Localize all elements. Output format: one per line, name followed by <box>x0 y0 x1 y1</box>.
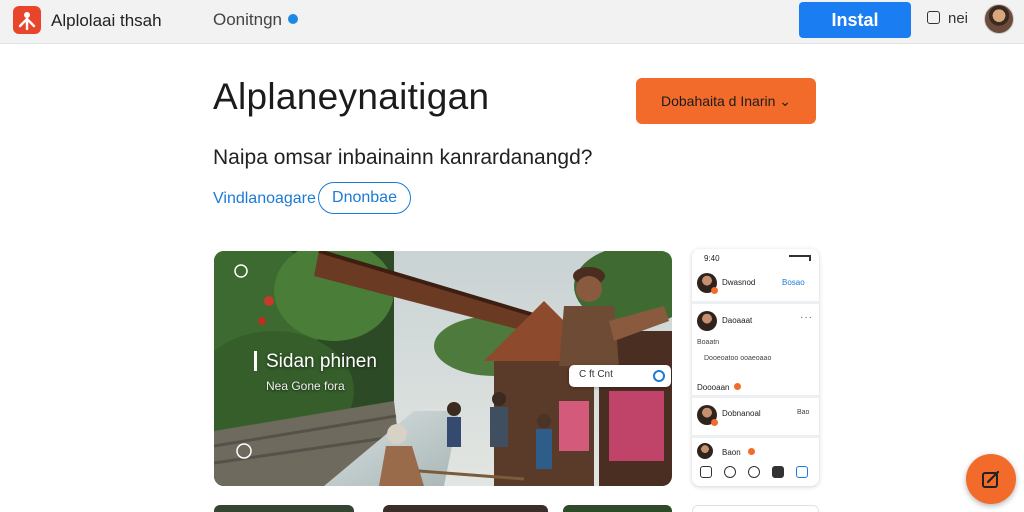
divider <box>692 301 819 304</box>
list-item-name[interactable]: Daoaaat <box>722 316 752 325</box>
online-status-label: Oonitngn <box>213 10 282 29</box>
app-name: Alplolaai thsah <box>51 11 162 30</box>
phone-time: 9:40 <box>704 254 720 263</box>
user-avatar[interactable] <box>984 4 1014 34</box>
heart-icon[interactable] <box>748 466 760 478</box>
phone-status-icon <box>789 255 811 261</box>
list-item-sub: Boaatn <box>697 339 720 346</box>
divider <box>692 435 819 438</box>
compose-fab-button[interactable] <box>966 454 1016 504</box>
top-bar: Alplolaai thsah Oonitngn Instal nei <box>0 0 1024 44</box>
profile-icon[interactable] <box>796 466 808 478</box>
cta-dropdown-button[interactable]: Dobahaita d Inarin ⌄ <box>636 78 816 124</box>
home-icon[interactable] <box>700 466 712 478</box>
online-dot-icon <box>288 14 298 24</box>
logo-icon[interactable] <box>12 5 42 35</box>
list-item-meta: Bao <box>797 409 810 416</box>
message-icon[interactable] <box>927 11 940 24</box>
badge-icon <box>734 383 741 390</box>
list-item-name[interactable]: Dobnanoal <box>722 409 761 418</box>
thumbnail-card[interactable] <box>383 505 548 512</box>
badge-icon <box>748 448 755 455</box>
question-text: Naipa omsar inbainainn kanrardanangd? <box>213 146 593 169</box>
badge-icon <box>711 287 718 294</box>
list-item-sub: Dooeoatoo ooaeoaao <box>704 355 772 362</box>
page-title: Alplaneynaitigan <box>213 76 490 117</box>
list-item-name[interactable]: Dwasnod <box>722 278 755 287</box>
pill-status-icon <box>653 370 665 382</box>
avatar[interactable] <box>697 443 713 459</box>
link-text[interactable]: Vindlanoagare <box>213 190 316 208</box>
hero-image-card[interactable]: Sidan phinen Nea Gone fora C ft Cnt <box>214 251 672 486</box>
top-more-label[interactable]: nei <box>948 10 968 27</box>
install-button[interactable]: Instal <box>799 2 911 38</box>
outline-button[interactable]: Dnonbae <box>318 182 411 214</box>
hero-overlay-pill[interactable]: C ft Cnt <box>569 365 671 387</box>
list-item-link[interactable]: Bosao <box>782 278 805 287</box>
divider <box>692 395 819 398</box>
avatar[interactable] <box>697 311 717 331</box>
more-icon[interactable]: ··· <box>800 312 813 323</box>
compose-icon <box>982 470 1000 488</box>
thumbnail-card[interactable] <box>692 505 819 512</box>
messages-icon[interactable] <box>772 466 784 478</box>
list-item-name[interactable]: Baon <box>722 448 741 457</box>
thumbnail-card[interactable] <box>214 505 354 512</box>
list-item-name[interactable]: Doooaan <box>697 383 729 392</box>
badge-icon <box>711 419 718 426</box>
phone-preview: 9:40 Dwasnod Bosao Daoaaat ··· Boaatn Do… <box>692 249 819 486</box>
search-icon[interactable] <box>724 466 736 478</box>
pill-text: C ft Cnt <box>579 369 613 380</box>
thumbnail-card[interactable] <box>563 505 672 512</box>
hero-subtitle: Nea Gone fora <box>266 379 345 393</box>
phone-bottom-nav <box>692 461 819 486</box>
hero-title: Sidan phinen <box>266 351 377 372</box>
